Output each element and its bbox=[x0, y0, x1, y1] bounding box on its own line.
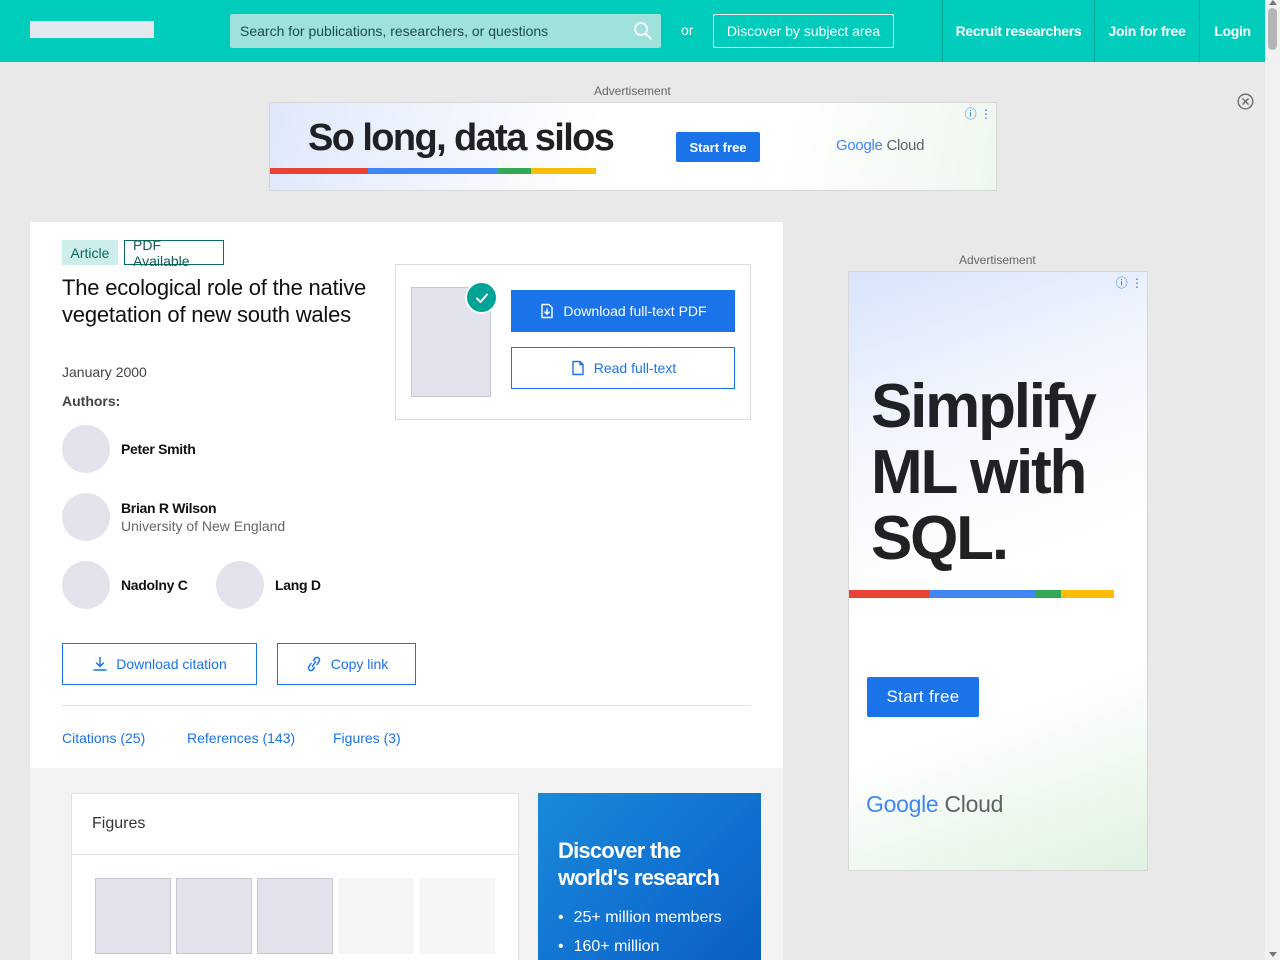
login-link[interactable]: Login bbox=[1199, 0, 1265, 62]
article-type-badge: Article bbox=[62, 240, 118, 265]
ad-headline: So long, data silos bbox=[308, 117, 615, 159]
copy-link-button[interactable]: Copy link bbox=[277, 643, 416, 685]
google-logo-text: Google bbox=[866, 791, 939, 817]
ad-label: Advertisement bbox=[959, 253, 1036, 267]
close-ad-icon[interactable] bbox=[1237, 93, 1254, 110]
ad-start-free-button[interactable]: Start free bbox=[867, 677, 979, 717]
top-navigation-bar: or Discover by subject area Recruit rese… bbox=[0, 0, 1265, 62]
side-banner-ad[interactable]: Simplify ML with SQL. Start free Google … bbox=[848, 271, 1148, 871]
ad-label: Advertisement bbox=[594, 84, 671, 98]
join-for-free-link[interactable]: Join for free bbox=[1094, 0, 1199, 62]
scroll-down-arrow-icon[interactable] bbox=[1268, 952, 1277, 957]
section-divider bbox=[62, 705, 751, 706]
link-icon bbox=[307, 656, 320, 672]
scroll-thumb[interactable] bbox=[1268, 8, 1277, 50]
author-name[interactable]: Brian R Wilson bbox=[121, 500, 217, 516]
pdf-available-badge: PDF Available bbox=[124, 237, 224, 269]
download-citation-button[interactable]: Download citation bbox=[62, 643, 257, 685]
read-fulltext-label: Read full-text bbox=[593, 360, 677, 376]
ad-headline: Simplify ML with SQL. bbox=[871, 374, 1141, 572]
tab-figures[interactable]: Figures (3) bbox=[333, 730, 401, 746]
site-logo[interactable] bbox=[30, 21, 154, 38]
discover-research-promo[interactable]: Discover the world's research 25+ millio… bbox=[538, 793, 761, 960]
author-name[interactable]: Peter Smith bbox=[121, 441, 196, 457]
search-input[interactable] bbox=[240, 14, 620, 48]
author-institution[interactable]: University of New England bbox=[121, 518, 285, 534]
avatar[interactable] bbox=[62, 493, 110, 541]
promo-item: 160+ million bbox=[558, 932, 722, 960]
google-color-bar bbox=[849, 590, 1114, 598]
google-color-bar bbox=[270, 168, 596, 174]
ad-info-icon[interactable]: ⓘ ⋮ bbox=[965, 105, 992, 122]
file-download-icon bbox=[541, 303, 554, 319]
ad-headline-line: SQL. bbox=[871, 504, 1009, 573]
check-icon bbox=[465, 281, 498, 314]
download-fulltext-pdf-button[interactable]: Download full-text PDF bbox=[511, 290, 735, 332]
top-banner-ad[interactable]: So long, data silos Start free Google Cl… bbox=[269, 102, 997, 191]
promo-list: 25+ million members 160+ million bbox=[558, 903, 722, 960]
figures-divider bbox=[72, 854, 518, 855]
tab-references[interactable]: References (143) bbox=[187, 730, 295, 746]
figure-thumbnail[interactable] bbox=[176, 878, 252, 954]
copy-link-label: Copy link bbox=[330, 656, 389, 672]
publication-date: January 2000 bbox=[62, 364, 147, 380]
figure-thumbnail[interactable] bbox=[257, 878, 333, 954]
page-title: The ecological role of the native vegeta… bbox=[62, 275, 367, 327]
authors-label: Authors: bbox=[62, 393, 121, 409]
author-name[interactable]: Lang D bbox=[275, 577, 321, 593]
google-cloud-logo: Google Cloud bbox=[836, 137, 924, 154]
figures-title: Figures bbox=[92, 815, 146, 832]
figure-thumbnail-placeholder bbox=[419, 878, 495, 954]
ad-headline-line: ML with bbox=[871, 438, 1087, 507]
google-logo-text: Google bbox=[836, 137, 883, 154]
avatar[interactable] bbox=[62, 425, 110, 473]
google-cloud-logo: Google Cloud bbox=[866, 791, 1003, 818]
figure-thumbnail[interactable] bbox=[95, 878, 171, 954]
figure-thumbnail-placeholder bbox=[338, 878, 414, 954]
ad-info-icon[interactable]: ⓘ ⋮ bbox=[1116, 274, 1143, 291]
promo-item: 25+ million members bbox=[558, 903, 722, 932]
cloud-logo-text: Cloud bbox=[944, 791, 1004, 817]
download-pdf-label: Download full-text PDF bbox=[563, 303, 707, 319]
author-name[interactable]: Nadolny C bbox=[121, 577, 188, 593]
file-icon bbox=[572, 360, 584, 376]
download-citation-label: Download citation bbox=[116, 656, 227, 672]
promo-title: Discover the world's research bbox=[558, 838, 720, 890]
search-icon[interactable] bbox=[633, 21, 653, 41]
tab-citations[interactable]: Citations (25) bbox=[62, 730, 145, 746]
read-fulltext-button[interactable]: Read full-text bbox=[511, 347, 735, 389]
download-icon bbox=[93, 656, 107, 671]
recruit-researchers-link[interactable]: Recruit researchers bbox=[942, 0, 1094, 62]
scroll-up-arrow-icon[interactable] bbox=[1268, 0, 1277, 5]
page-scrollbar[interactable] bbox=[1265, 0, 1280, 960]
avatar[interactable] bbox=[216, 561, 264, 609]
ad-headline-line: Simplify bbox=[871, 372, 1097, 441]
ad-start-free-button[interactable]: Start free bbox=[676, 132, 760, 162]
cloud-logo-text: Cloud bbox=[886, 137, 925, 154]
or-separator: or bbox=[681, 22, 694, 38]
search-box[interactable] bbox=[230, 14, 661, 48]
discover-by-subject-button[interactable]: Discover by subject area bbox=[713, 14, 894, 48]
avatar[interactable] bbox=[62, 561, 110, 609]
